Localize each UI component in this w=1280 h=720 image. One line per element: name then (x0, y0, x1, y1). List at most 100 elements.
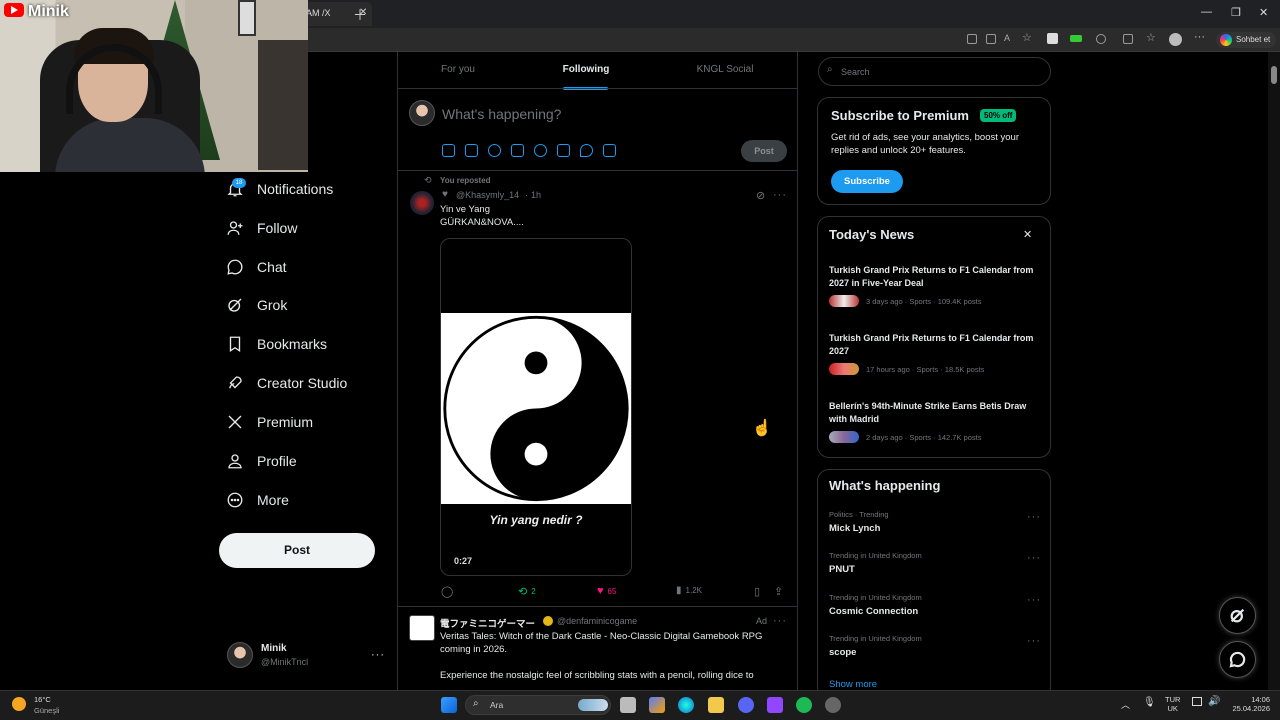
reply-action[interactable]: ◯ (441, 585, 453, 598)
trend-menu-icon[interactable]: ··· (1027, 552, 1041, 564)
poll-icon[interactable] (511, 144, 524, 157)
edge-icon[interactable] (678, 697, 694, 713)
like-action[interactable]: ♥ 65 (597, 585, 616, 597)
trend-item[interactable]: Trending in United Kingdom PNUT (829, 551, 1041, 575)
views-action[interactable]: ▮ 1.2K (676, 585, 702, 596)
grok-compose-icon[interactable] (488, 144, 501, 157)
maximize-icon[interactable]: ❐ (1231, 6, 1241, 19)
favorites-icon[interactable]: ☆ (1146, 31, 1156, 44)
ad-menu-icon[interactable]: ··· (773, 615, 787, 627)
extension-battery-icon[interactable] (1070, 35, 1082, 42)
schedule-icon[interactable] (557, 144, 570, 157)
weather-temp[interactable]: 16°C (34, 695, 51, 704)
account-avatar[interactable] (227, 642, 253, 668)
network-icon[interactable] (1192, 697, 1202, 706)
trend-item[interactable]: Trending in United Kingdom Cosmic Connec… (829, 593, 1041, 617)
obs-icon[interactable] (767, 697, 783, 713)
app-available-icon[interactable] (967, 34, 977, 44)
grok-fab[interactable] (1219, 597, 1256, 634)
tray-chevron-icon[interactable]: ︿ (1121, 698, 1130, 711)
more-menu-icon[interactable]: ··· (1194, 31, 1205, 43)
composer-avatar (409, 100, 435, 126)
news-item[interactable]: Turkish Grand Prix Returns to F1 Calenda… (829, 264, 1041, 307)
trend-menu-icon[interactable]: ··· (1027, 511, 1041, 523)
ad-display-name[interactable]: 電ファミニコゲーマー (440, 616, 535, 630)
copilot-button[interactable]: Sohbet et (1216, 32, 1276, 48)
repost-action[interactable]: ⟲ 2 (518, 585, 536, 598)
close-icon[interactable]: ✕ (1023, 228, 1032, 241)
nav-bookmarks[interactable]: Bookmarks (226, 329, 376, 359)
scrollbar[interactable] (1268, 52, 1280, 692)
split-screen-icon[interactable] (1123, 34, 1133, 44)
video-player[interactable]: Yin yang nedir ? 0:27 (440, 238, 632, 576)
news-item[interactable]: Turkish Grand Prix Returns to F1 Calenda… (829, 332, 1041, 375)
tab-following[interactable]: Following (558, 64, 614, 75)
trend-item[interactable]: Trending in United Kingdom scope (829, 634, 1041, 658)
extension-x-icon[interactable] (1047, 33, 1058, 44)
favorite-star-icon[interactable]: ☆ (1022, 31, 1032, 44)
minimize-icon[interactable]: — (1201, 6, 1212, 18)
news-title: Today's News (829, 227, 915, 242)
spotify-icon[interactable] (796, 697, 812, 713)
reply-icon: ◯ (441, 586, 454, 598)
more-circle-icon (227, 492, 243, 508)
image-icon[interactable] (442, 144, 455, 157)
read-aloud-icon[interactable]: A (1004, 33, 1010, 43)
share-icon[interactable]: ⇪ (774, 585, 783, 598)
clock[interactable]: 14:06 25.04.2026 (1228, 695, 1270, 713)
weather-sun-icon[interactable] (12, 697, 26, 711)
ad-handle[interactable]: @denfaminicogame (557, 616, 637, 626)
messages-fab[interactable] (1219, 641, 1256, 678)
nav-notifications[interactable]: Notifications (226, 174, 376, 204)
flag-icon[interactable] (603, 144, 616, 157)
close-window-icon[interactable]: ✕ (1259, 6, 1268, 19)
copilot-app-icon[interactable] (649, 697, 665, 713)
gif-icon[interactable] (465, 144, 478, 157)
account-menu-icon[interactable]: ··· (371, 649, 385, 661)
nav-creator-studio[interactable]: Creator Studio (226, 368, 376, 398)
trend-item[interactable]: Politics · Trending Mick Lynch (829, 510, 1041, 534)
post-button[interactable]: Post (219, 533, 375, 568)
post-avatar[interactable] (410, 191, 434, 215)
grok-explain-icon[interactable]: ⊘ (756, 189, 765, 202)
emoji-icon[interactable] (534, 144, 547, 157)
discord-icon[interactable] (738, 697, 754, 713)
nav-grok[interactable]: Grok (226, 290, 376, 320)
scrollbar-thumb[interactable] (1271, 66, 1277, 84)
tab-kngl-social[interactable]: KNGL Social (688, 64, 762, 75)
microphone-icon[interactable]: 🎙 (1143, 697, 1156, 708)
tab-for-you[interactable]: For you (432, 64, 484, 75)
show-more-link[interactable]: Show more (829, 679, 877, 690)
nav-follow[interactable]: Follow (226, 213, 376, 243)
copilot-label: Sohbet et (1236, 35, 1271, 44)
translate-icon[interactable] (986, 34, 996, 44)
news-item[interactable]: Bellerín's 94th-Minute Strike Earns Beti… (829, 400, 1041, 443)
new-tab-icon[interactable]: ＋ (353, 5, 367, 25)
composer-post-button[interactable]: Post (741, 140, 787, 162)
trend-menu-icon[interactable]: ··· (1027, 594, 1041, 606)
profile-avatar-icon[interactable] (1169, 33, 1182, 46)
task-view-icon[interactable] (620, 697, 636, 713)
composer-input[interactable]: What's happening? (442, 106, 561, 122)
search-input[interactable]: Search (818, 57, 1051, 86)
nav-profile[interactable]: Profile (226, 446, 376, 476)
steam-icon[interactable] (825, 697, 841, 713)
nav-premium[interactable]: Premium (226, 407, 376, 437)
subscribe-button[interactable]: Subscribe (831, 170, 903, 193)
extension-icon[interactable] (1096, 34, 1106, 44)
post-handle[interactable]: @Khasymly_14 (456, 190, 519, 200)
nav-more[interactable]: More (226, 485, 376, 515)
language-indicator[interactable]: TUR UK (1165, 695, 1180, 713)
ad-avatar[interactable] (409, 615, 435, 641)
location-icon[interactable] (580, 144, 593, 157)
post-menu-icon[interactable]: ··· (773, 189, 787, 201)
bookmark-action-icon[interactable]: ▯ (754, 585, 760, 598)
grok-icon (228, 298, 242, 312)
windows-start-icon[interactable] (441, 697, 457, 713)
file-explorer-icon[interactable] (708, 697, 724, 713)
trend-menu-icon[interactable]: ··· (1027, 635, 1041, 647)
post-time[interactable]: 1h (531, 190, 541, 200)
volume-icon[interactable]: 🔊 (1208, 696, 1220, 707)
nav-label: More (257, 492, 289, 508)
nav-chat[interactable]: Chat (226, 252, 376, 282)
